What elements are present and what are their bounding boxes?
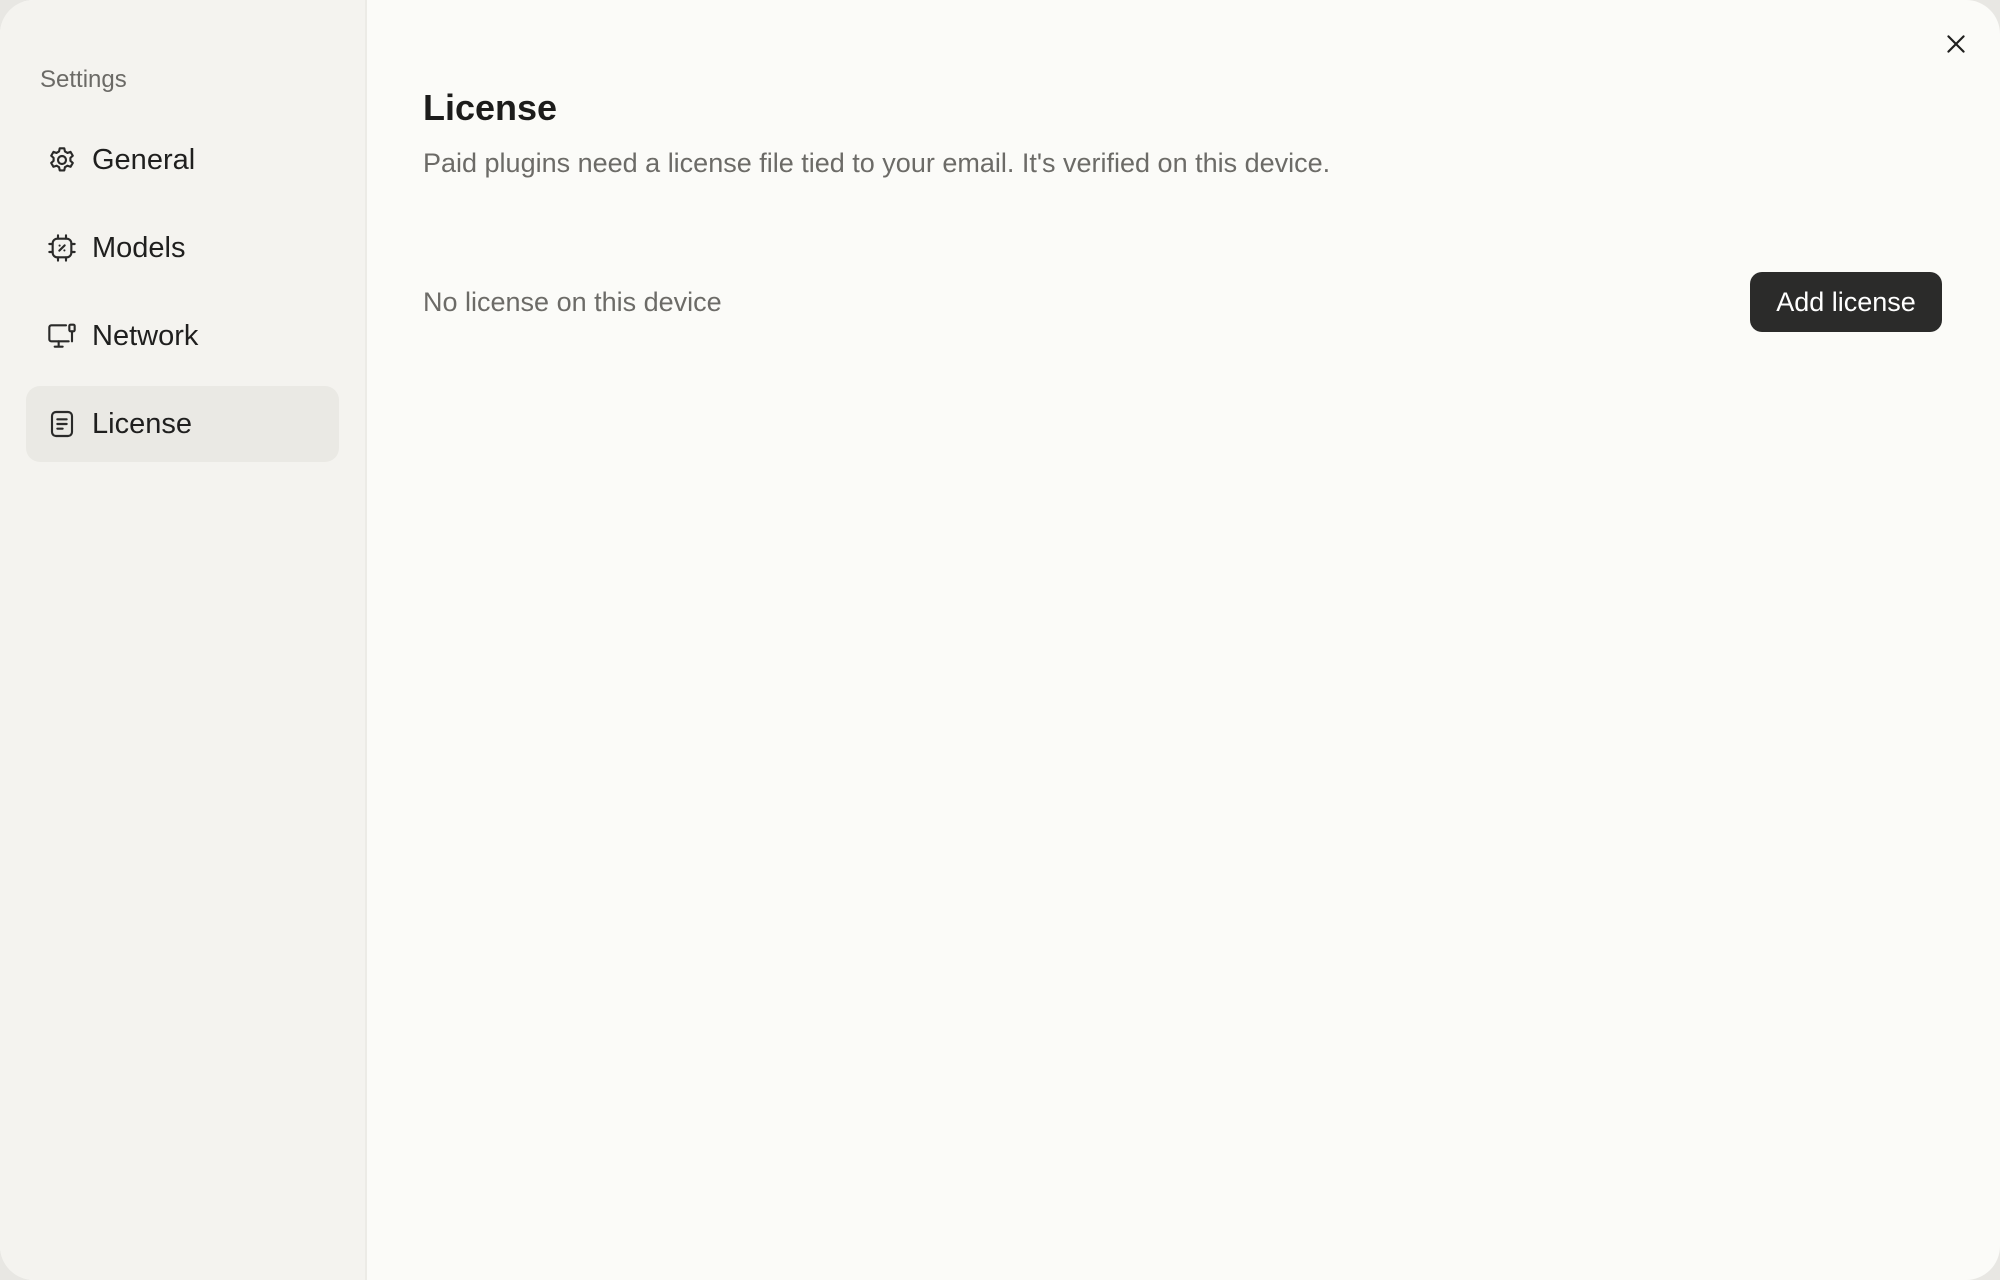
sidebar-item-label: License — [92, 408, 192, 440]
gear-icon — [46, 144, 78, 176]
page-title: License — [423, 87, 558, 128]
sidebar-item-label: Models — [92, 232, 186, 264]
sidebar-item-network[interactable]: Network — [26, 298, 339, 374]
license-status: No license on this device — [423, 287, 722, 317]
document-icon — [46, 408, 78, 440]
sidebar-item-label: General — [92, 144, 196, 176]
sidebar-item-license[interactable]: License — [26, 386, 339, 462]
page-description: Paid plugins need a license file tied to… — [423, 148, 1331, 178]
chip-icon — [46, 232, 78, 264]
settings-window: Settings General Models Network License … — [0, 0, 2000, 1280]
settings-sidebar: Settings General Models Network License — [0, 0, 367, 1280]
close-icon — [1947, 35, 1965, 53]
sidebar-item-label: Network — [92, 320, 199, 352]
add-license-button[interactable]: Add license — [1750, 272, 1942, 332]
settings-content: License Paid plugins need a license file… — [367, 0, 2000, 1280]
sidebar-item-models[interactable]: Models — [26, 210, 339, 286]
monitor-network-icon — [46, 320, 78, 352]
sidebar-item-general[interactable]: General — [26, 122, 339, 198]
sidebar-heading: Settings — [40, 66, 127, 93]
license-row: No license on this device Add license — [423, 272, 1942, 332]
close-button[interactable] — [1938, 26, 1974, 62]
